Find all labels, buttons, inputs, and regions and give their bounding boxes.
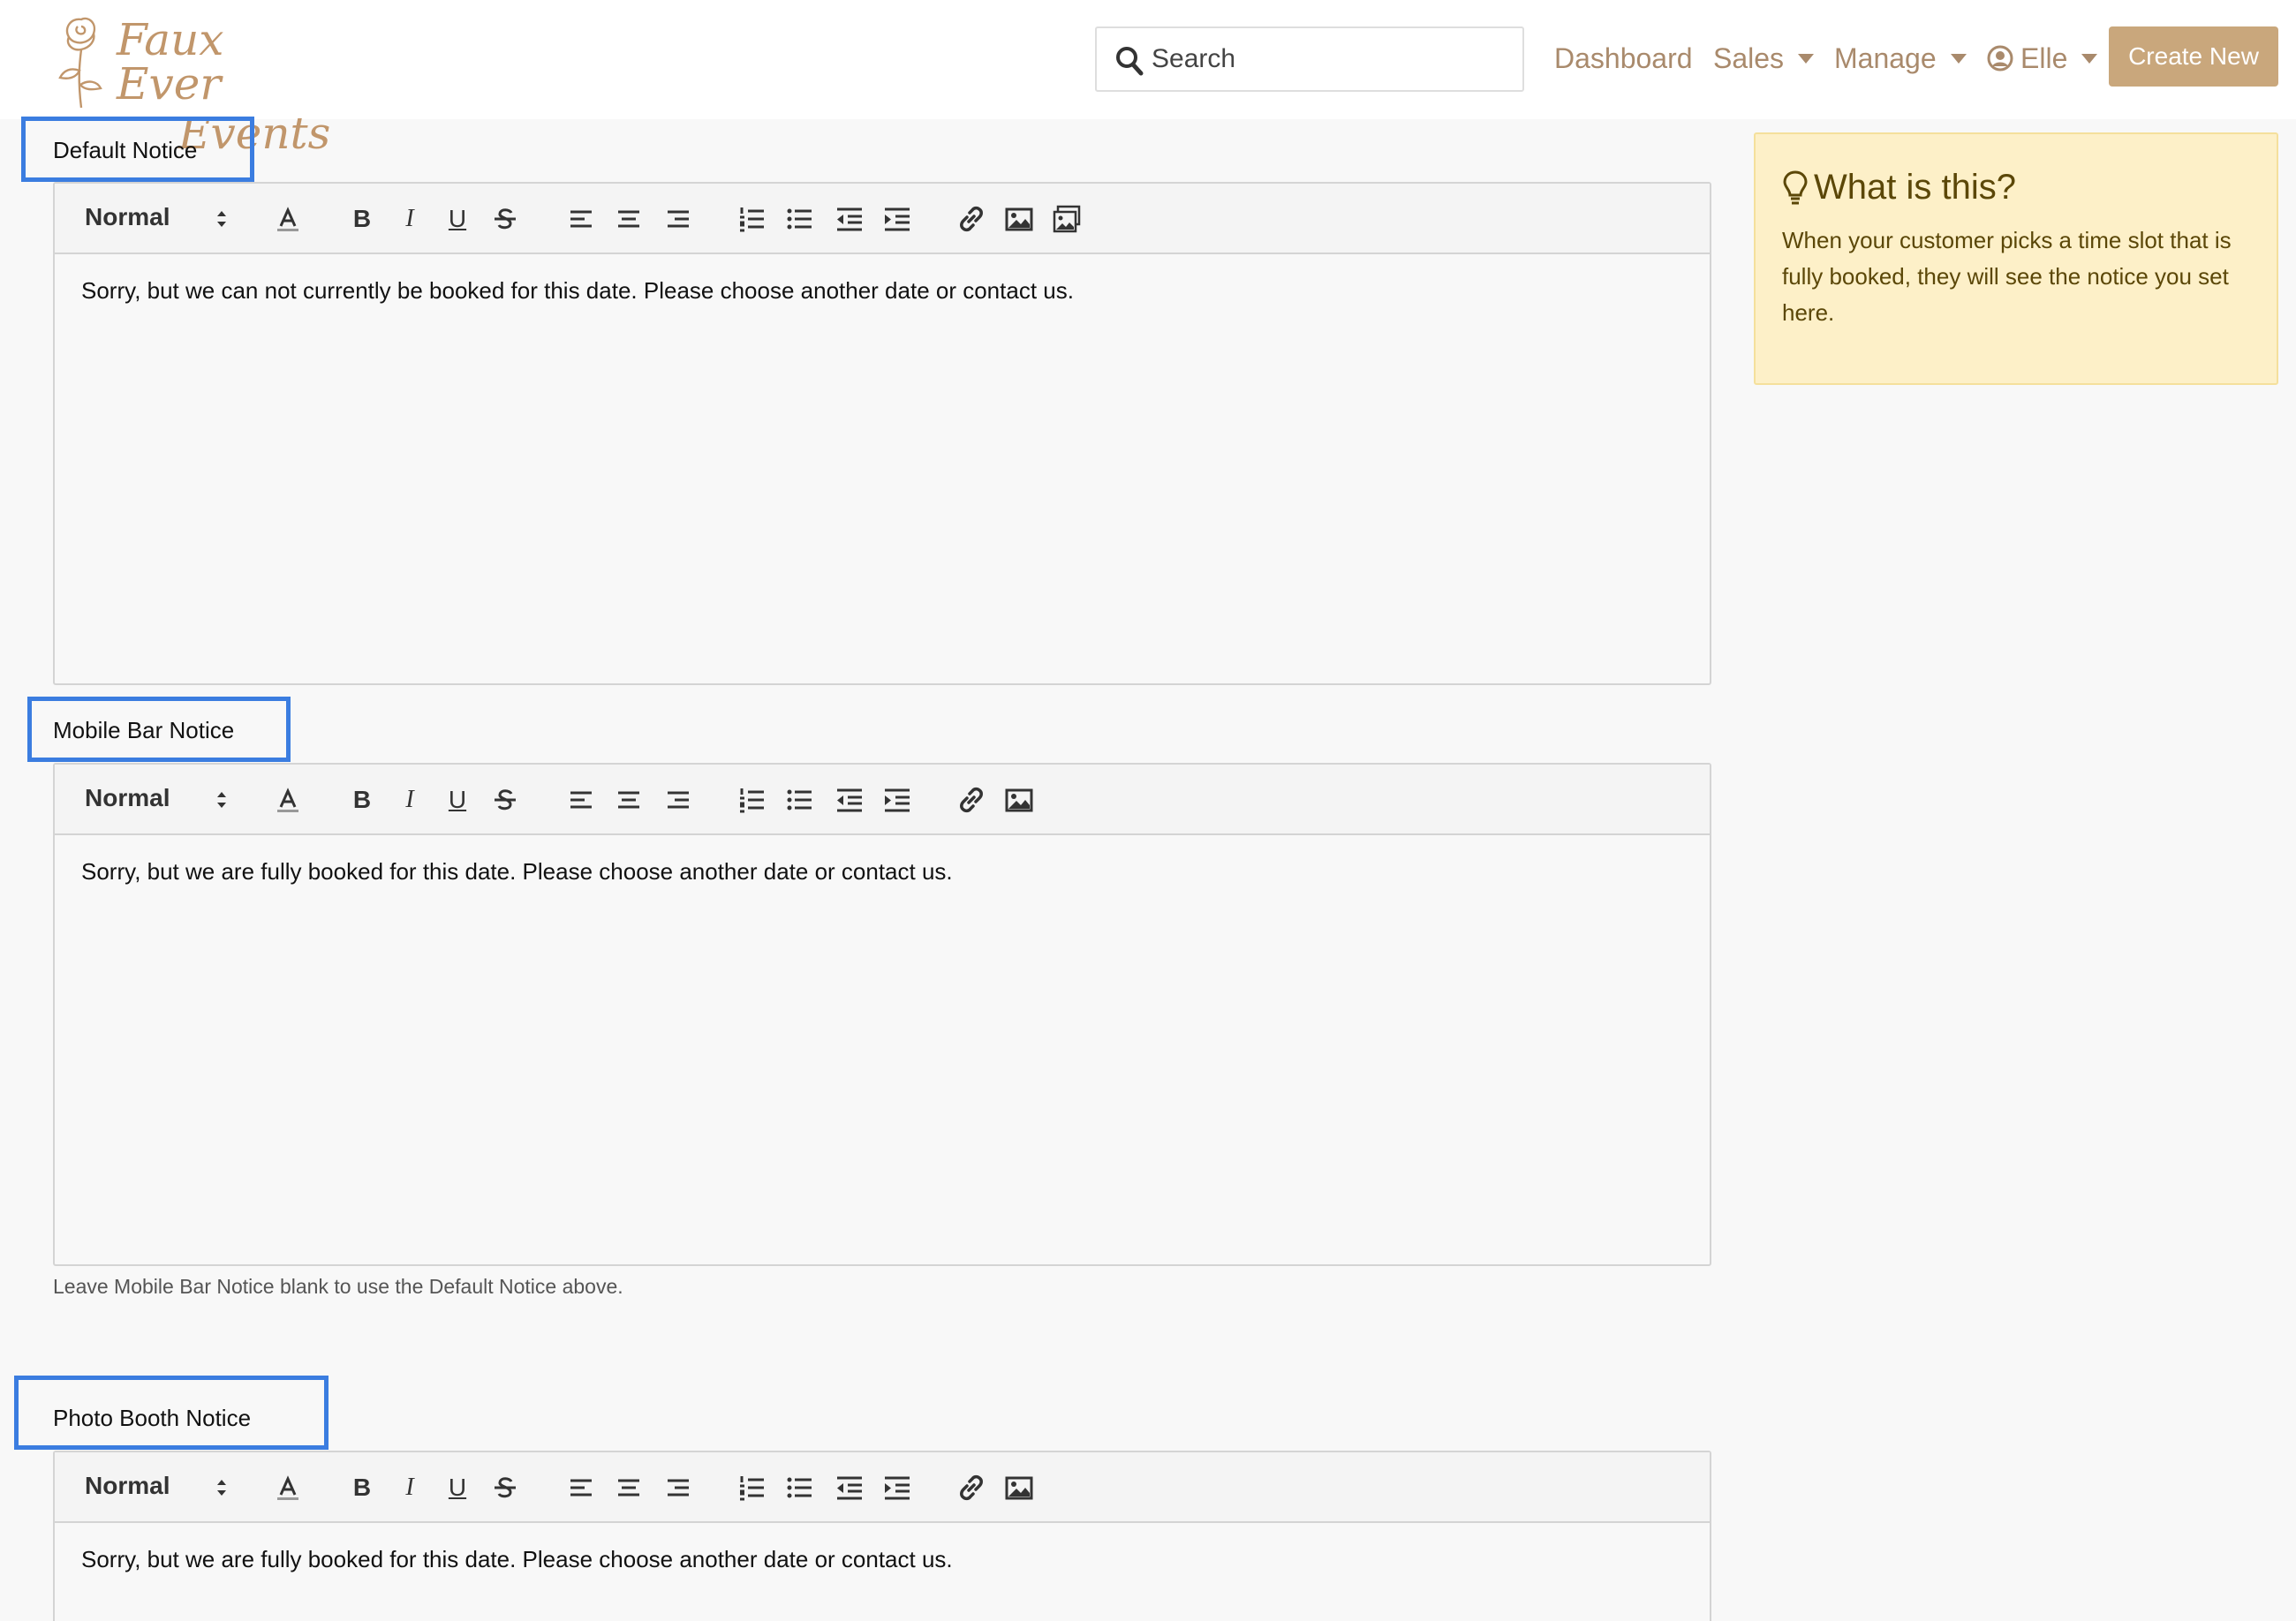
align-center-icon[interactable] [613, 203, 645, 235]
image-icon[interactable] [1003, 784, 1035, 816]
strikethrough-icon[interactable] [489, 203, 521, 235]
info-title: What is this? [1814, 168, 2016, 207]
format-select[interactable]: Normal [85, 1470, 226, 1505]
text-color-icon[interactable] [272, 203, 304, 235]
brand-line1: Faux Ever [117, 14, 224, 109]
underline-icon[interactable]: U [442, 784, 473, 816]
editor-content[interactable]: Sorry, but we can not currently be booke… [81, 277, 1074, 305]
image-icon[interactable] [1003, 203, 1035, 235]
editor-toolbar: Normal B I U [55, 184, 1710, 254]
text-color-icon[interactable] [272, 1472, 304, 1504]
outdent-icon[interactable] [834, 784, 865, 816]
ordered-list-icon[interactable] [736, 203, 768, 235]
nav-dashboard[interactable]: Dashboard [1554, 42, 1693, 75]
outdent-icon[interactable] [834, 203, 865, 235]
select-arrows-icon [217, 792, 226, 808]
nav-sales-label: Sales [1713, 42, 1785, 74]
bullet-list-icon[interactable] [784, 203, 816, 235]
bullet-list-icon[interactable] [784, 784, 816, 816]
link-icon[interactable] [955, 203, 987, 235]
editor-content[interactable]: Sorry, but we are fully booked for this … [81, 1546, 953, 1573]
align-right-icon[interactable] [662, 203, 694, 235]
italic-icon[interactable]: I [394, 784, 426, 816]
strikethrough-icon[interactable] [489, 1472, 521, 1504]
nav-manage-dropdown[interactable]: Manage [1834, 42, 1967, 75]
align-left-icon[interactable] [565, 203, 597, 235]
align-left-icon[interactable] [565, 1472, 597, 1504]
outdent-icon[interactable] [834, 1472, 865, 1504]
mobile-bar-notice-label: Mobile Bar Notice [53, 717, 235, 743]
photo-booth-notice-editor[interactable]: Normal B I U Sorry, but we are fully boo… [53, 1451, 1711, 1621]
editor-content[interactable]: Sorry, but we are fully booked for this … [81, 858, 953, 886]
select-arrows-icon [217, 211, 226, 227]
nav-user-label: Elle [2020, 42, 2068, 74]
top-navbar: Faux Ever Events Dashboard Sales Manage … [0, 0, 2296, 155]
ordered-list-icon[interactable] [736, 1472, 768, 1504]
info-card: What is this? When your customer picks a… [1754, 132, 2278, 385]
format-select-value: Normal [85, 203, 170, 230]
nav-manage-label: Manage [1834, 42, 1937, 74]
align-right-icon[interactable] [662, 784, 694, 816]
caret-down-icon [2081, 54, 2098, 64]
select-arrows-icon [217, 1480, 226, 1496]
strikethrough-icon[interactable] [489, 784, 521, 816]
search-input[interactable] [1152, 28, 1514, 90]
underline-icon[interactable]: U [442, 203, 473, 235]
create-new-button[interactable]: Create New [2109, 26, 2278, 87]
link-icon[interactable] [955, 784, 987, 816]
link-icon[interactable] [955, 1472, 987, 1504]
bold-icon[interactable]: B [346, 784, 378, 816]
text-color-icon[interactable] [272, 784, 304, 816]
mobile-bar-help-text: Leave Mobile Bar Notice blank to use the… [53, 1275, 623, 1298]
bold-icon[interactable]: B [346, 203, 378, 235]
mobile-bar-notice-editor[interactable]: Normal B I U Sorry, but we are fully boo… [53, 763, 1711, 1266]
lightbulb-icon [1783, 170, 1808, 205]
caret-down-icon [1798, 54, 1815, 64]
align-center-icon[interactable] [613, 784, 645, 816]
align-left-icon[interactable] [565, 784, 597, 816]
italic-icon[interactable]: I [394, 1472, 426, 1504]
indent-icon[interactable] [881, 1472, 913, 1504]
align-right-icon[interactable] [662, 1472, 694, 1504]
nav-dashboard-label: Dashboard [1554, 42, 1693, 74]
image-icon[interactable] [1003, 1472, 1035, 1504]
bullet-list-icon[interactable] [784, 1472, 816, 1504]
bold-icon[interactable]: B [346, 1472, 378, 1504]
default-notice-label: Default Notice [53, 137, 198, 163]
format-select[interactable]: Normal [85, 782, 226, 818]
underline-icon[interactable]: U [442, 1472, 473, 1504]
user-circle-icon [1987, 45, 2013, 72]
default-notice-editor[interactable]: Normal B I U Sorry, but we can not curre… [53, 182, 1711, 685]
format-select[interactable]: Normal [85, 201, 226, 237]
photo-booth-notice-label: Photo Booth Notice [53, 1405, 252, 1431]
align-center-icon[interactable] [613, 1472, 645, 1504]
brand-logo[interactable]: Faux Ever Events [46, 5, 330, 155]
ordered-list-icon[interactable] [736, 784, 768, 816]
rose-icon [58, 17, 102, 109]
caret-down-icon [1950, 54, 1967, 64]
italic-icon[interactable]: I [394, 203, 426, 235]
nav-user-dropdown[interactable]: Elle [1987, 42, 2098, 75]
format-select-value: Normal [85, 784, 170, 811]
gallery-icon[interactable] [1051, 203, 1083, 235]
editor-toolbar: Normal B I U [55, 1452, 1710, 1523]
indent-icon[interactable] [881, 203, 913, 235]
info-body: When your customer picks a time slot tha… [1782, 227, 2232, 326]
editor-toolbar: Normal B I U [55, 765, 1710, 835]
indent-icon[interactable] [881, 784, 913, 816]
search-icon [1116, 47, 1144, 76]
format-select-value: Normal [85, 1472, 170, 1499]
nav-sales-dropdown[interactable]: Sales [1713, 42, 1815, 75]
search-box[interactable] [1095, 26, 1524, 92]
